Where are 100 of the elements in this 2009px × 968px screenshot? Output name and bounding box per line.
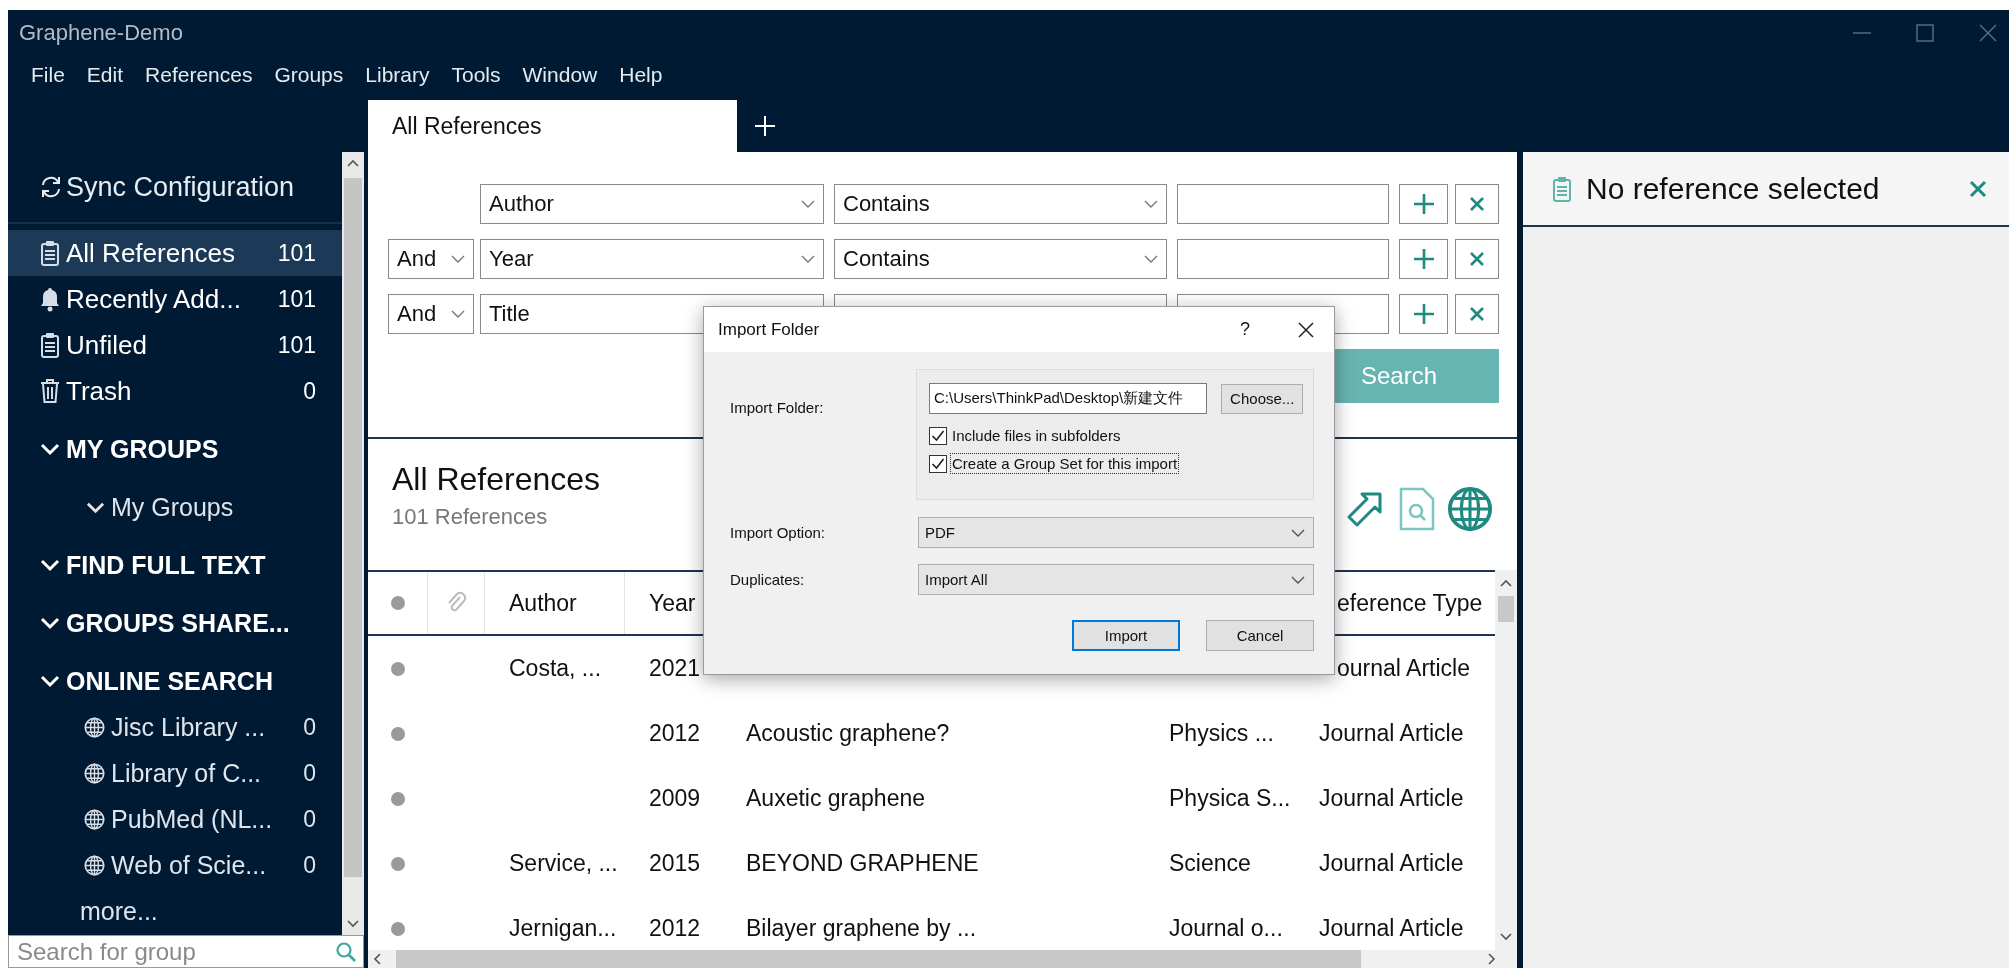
globe-icon xyxy=(84,762,105,784)
caret-down-icon[interactable] xyxy=(1500,930,1512,942)
plus-icon[interactable] xyxy=(755,116,775,136)
table-cell-text: Journal o... xyxy=(1168,914,1284,943)
plus-icon xyxy=(1412,248,1435,270)
help-button[interactable]: ? xyxy=(1240,319,1250,340)
table-cell-text: BEYOND GRAPHENE xyxy=(745,849,980,878)
status-dot xyxy=(391,921,405,936)
section-header[interactable]: MY GROUPS xyxy=(8,426,342,472)
tab[interactable]: All References xyxy=(368,100,737,152)
scrollbar[interactable] xyxy=(1495,570,1517,950)
group-item[interactable]: My Groups xyxy=(8,484,342,530)
sync-icon xyxy=(40,176,62,198)
table-cell-text: Journal Article xyxy=(1318,784,1465,813)
checkbox-label[interactable]: Include files in subfolders xyxy=(950,425,1123,446)
sidebar-item[interactable]: Recently Add... 101 xyxy=(8,276,342,322)
status-dot xyxy=(391,726,405,741)
operator-dropdown[interactable]: Contains xyxy=(834,184,1167,224)
value-field[interactable] xyxy=(1177,239,1389,279)
table-cell-text: Journal Article xyxy=(1318,719,1465,748)
connector-dropdown[interactable]: And xyxy=(388,239,474,279)
scrollbar-thumb[interactable] xyxy=(344,178,362,877)
status-dot xyxy=(391,661,405,676)
more-link[interactable]: more... xyxy=(8,888,342,934)
operator-dropdown[interactable]: Contains xyxy=(834,239,1167,279)
dialog-button[interactable]: Cancel xyxy=(1206,620,1314,651)
close-icon xyxy=(1469,306,1485,322)
online-search-item[interactable]: PubMed (NL... 0 xyxy=(8,796,342,842)
clipboard-icon xyxy=(40,240,60,266)
field-label: Import Option: xyxy=(730,524,826,541)
checkbox-checked[interactable] xyxy=(929,454,947,473)
sidebar-item[interactable]: All References 101 xyxy=(8,230,342,276)
menu-item[interactable]: References xyxy=(145,63,253,87)
menu-item[interactable]: Tools xyxy=(451,63,501,87)
table-cell-text: Physics ... xyxy=(1168,719,1275,748)
checkbox-checked[interactable] xyxy=(929,426,947,445)
sidebar-item[interactable]: Trash 0 xyxy=(8,368,342,414)
table-cell-text: 2012 xyxy=(648,719,702,748)
menu-item[interactable]: Groups xyxy=(274,63,344,87)
table-cell-text: Journal Article xyxy=(1318,914,1465,943)
sidebar-item[interactable]: Unfiled 101 xyxy=(8,322,342,368)
window-title: Graphene-Demo xyxy=(19,20,184,46)
value-field[interactable] xyxy=(1177,184,1389,224)
caret-left-icon[interactable] xyxy=(372,953,384,965)
column-header[interactable]: Author xyxy=(485,572,625,634)
section-header[interactable]: GROUPS SHARE... xyxy=(8,600,342,646)
table-cell-text: Science xyxy=(1168,849,1252,878)
checkbox-label[interactable]: Create a Group Set for this import xyxy=(950,453,1180,474)
trash-icon xyxy=(40,378,60,404)
online-search-item[interactable]: Library of C... 0 xyxy=(8,750,342,796)
remove-row-button[interactable] xyxy=(1455,184,1499,224)
table-cell-text: 2009 xyxy=(648,784,702,813)
choose-button[interactable]: Choose... xyxy=(1221,383,1303,414)
globe-icon xyxy=(84,854,105,876)
online-search-item[interactable]: Web of Scie... 0 xyxy=(8,842,342,888)
scrollbar[interactable] xyxy=(342,152,364,935)
status-dot xyxy=(391,791,405,806)
field-dropdown[interactable]: Year xyxy=(480,239,824,279)
menu-item[interactable]: File xyxy=(31,63,65,87)
caret-down-icon[interactable] xyxy=(347,917,359,929)
remove-row-button[interactable] xyxy=(1455,294,1499,334)
dropdown[interactable]: PDF xyxy=(918,517,1314,548)
globe-icon xyxy=(84,716,105,738)
table-cell-text: Service, ... xyxy=(508,849,619,878)
online-search-item[interactable]: Jisc Library ... 0 xyxy=(8,704,342,750)
section-header[interactable]: ONLINE SEARCH xyxy=(8,658,342,704)
table-cell-text: 2021 xyxy=(648,654,702,683)
field-dropdown[interactable]: Author xyxy=(480,184,824,224)
status-dot xyxy=(391,856,405,871)
menu-item[interactable]: Window xyxy=(522,63,598,87)
path-field[interactable]: C:\Users\ThinkPad\Desktop\新建文件 xyxy=(929,383,1208,414)
dialog-button[interactable]: Import xyxy=(1072,620,1180,651)
scrollbar[interactable] xyxy=(368,950,1517,968)
globe-icon xyxy=(1447,486,1493,532)
add-row-button[interactable] xyxy=(1399,294,1448,334)
remove-row-button[interactable] xyxy=(1455,239,1499,279)
section-header[interactable]: FIND FULL TEXT xyxy=(8,542,342,588)
clipboard-icon xyxy=(1552,175,1572,202)
scrollbar-thumb[interactable] xyxy=(396,950,1361,968)
menu-item[interactable]: Edit xyxy=(86,63,124,87)
table-cell-text: Physica S... xyxy=(1168,784,1292,813)
table-cell-text: ournal Article xyxy=(1336,654,1471,683)
caret-right-icon[interactable] xyxy=(1485,953,1497,965)
menu-item[interactable]: Help xyxy=(619,63,663,87)
plus-icon xyxy=(1412,193,1435,215)
dropdown[interactable]: Import All xyxy=(918,564,1314,595)
close-icon[interactable] xyxy=(1298,321,1314,338)
globe-icon xyxy=(84,808,105,830)
add-row-button[interactable] xyxy=(1399,239,1448,279)
connector-dropdown[interactable]: And xyxy=(388,294,474,334)
add-row-button[interactable] xyxy=(1399,184,1448,224)
menu-item[interactable]: Library xyxy=(365,63,430,87)
plus-icon xyxy=(1412,303,1435,325)
maximize-icon[interactable] xyxy=(1916,24,1934,42)
table-cell-text: 2012 xyxy=(648,914,702,943)
table-cell-text: Auxetic graphene xyxy=(745,784,926,813)
close-icon xyxy=(1469,196,1485,212)
table-cell-text: Acoustic graphene? xyxy=(745,719,951,748)
scrollbar-thumb[interactable] xyxy=(1498,596,1514,622)
close-icon xyxy=(1469,251,1485,267)
